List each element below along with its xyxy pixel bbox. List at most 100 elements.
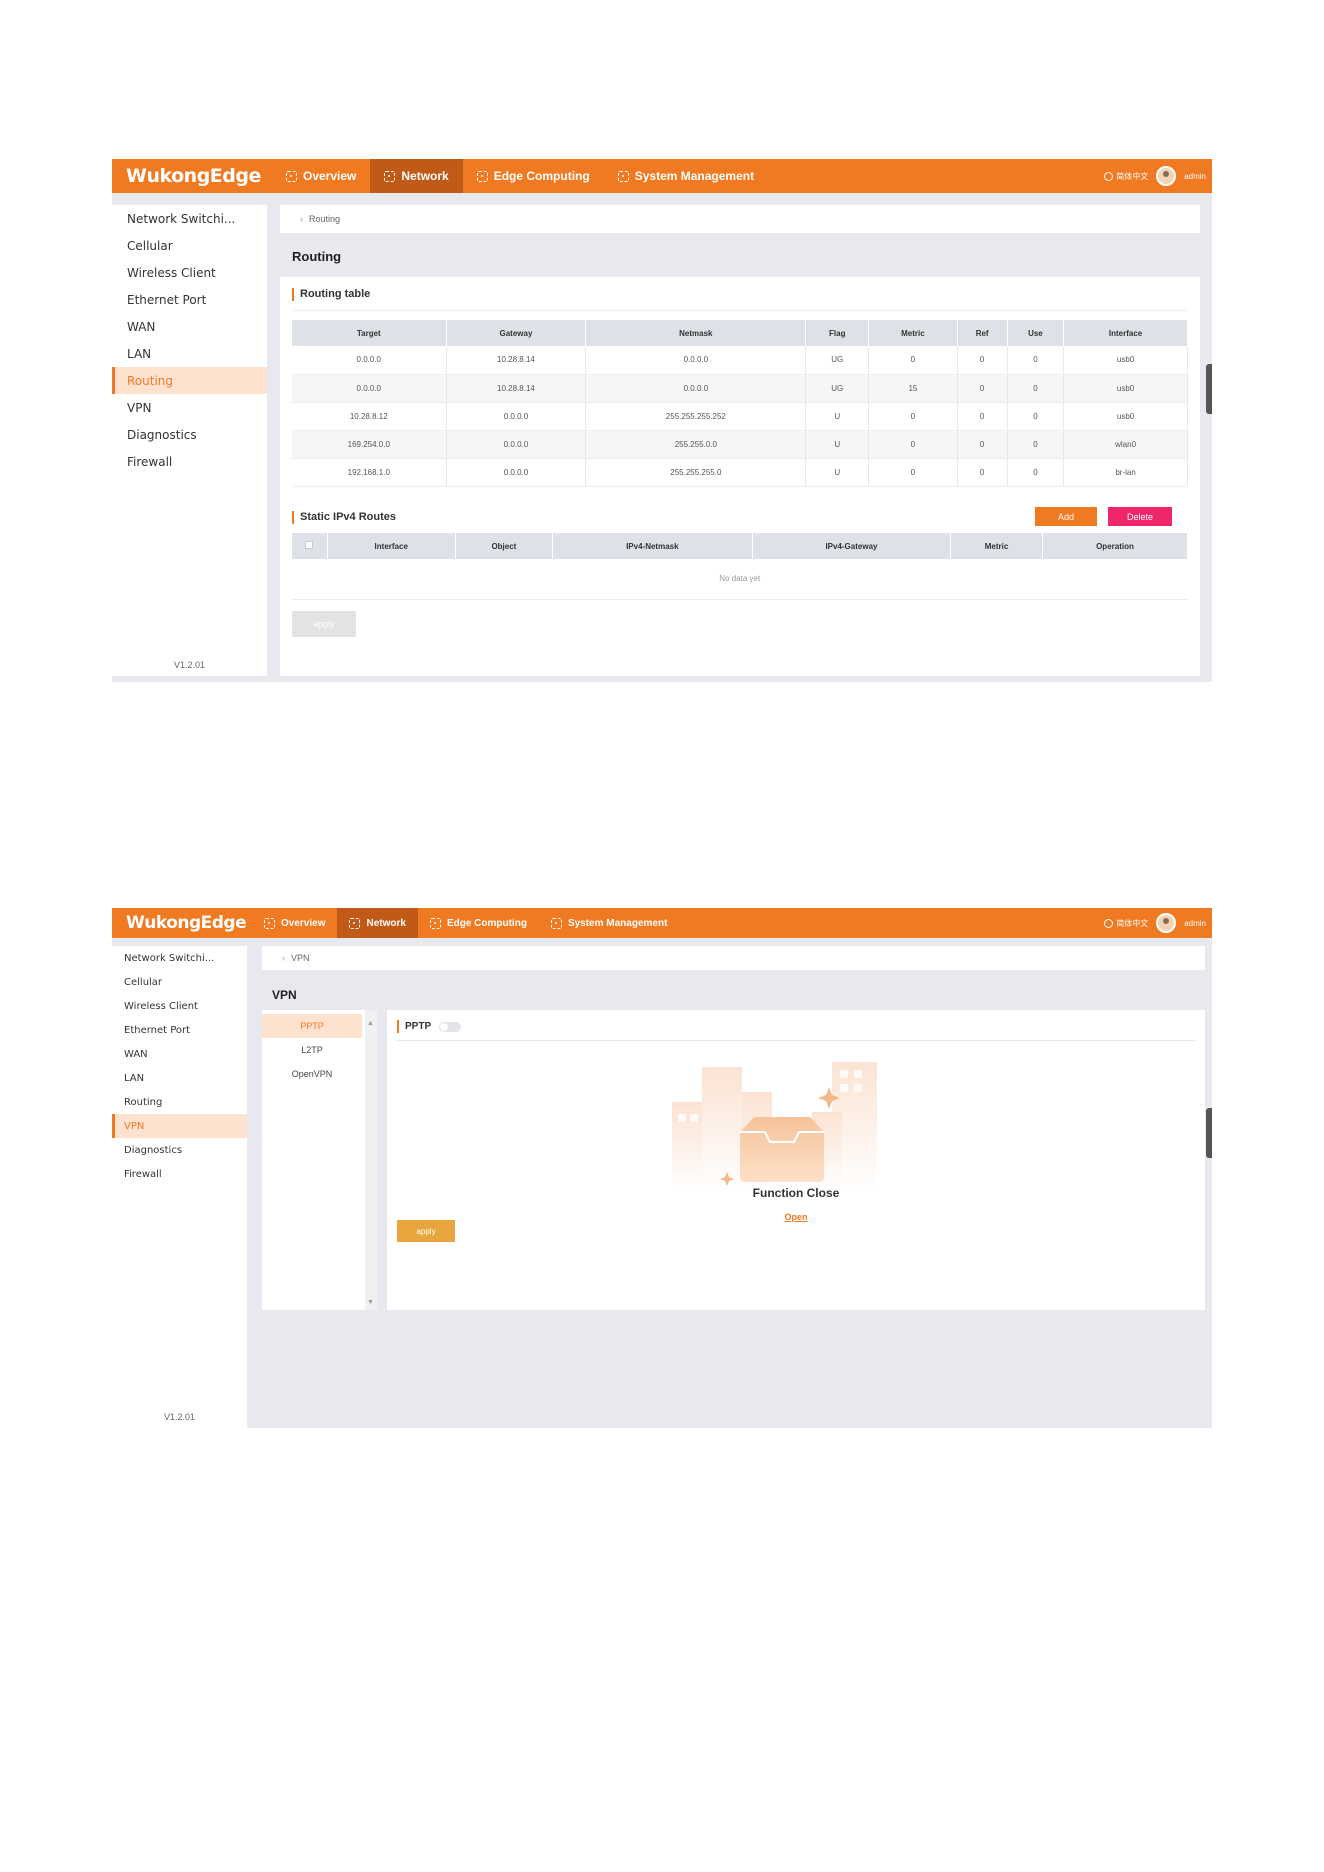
add-button[interactable]: Add xyxy=(1035,507,1097,526)
edge-computing-icon xyxy=(476,170,488,182)
nav-overview[interactable]: Overview xyxy=(272,159,370,193)
nav-network[interactable]: Network xyxy=(337,908,418,938)
sidebar-item-wan[interactable]: WAN xyxy=(112,313,267,340)
network-icon xyxy=(384,170,396,182)
menu-scrollbar[interactable]: ▲ ▼ xyxy=(365,1010,377,1310)
table-header-row: Interface Object IPv4-Netmask IPv4-Gatew… xyxy=(292,533,1189,559)
scroll-up-icon[interactable]: ▲ xyxy=(367,1020,374,1027)
sidebar-item-wan[interactable]: WAN xyxy=(112,1042,247,1066)
sidebar-item-firewall[interactable]: Firewall xyxy=(112,1162,247,1186)
table-row: 169.254.0.0 0.0.0.0 255.255.0.0 U 0 0 0 wlan0 xyxy=(292,430,1188,459)
system-management-icon xyxy=(617,170,629,182)
cell: wlan0 xyxy=(1063,430,1188,459)
side-handle[interactable] xyxy=(1206,1108,1212,1158)
sidebar-item-routing[interactable]: Routing xyxy=(112,367,267,394)
language-switch[interactable]: 简体中文 xyxy=(1104,918,1148,929)
nav-overview[interactable]: Overview xyxy=(252,908,337,938)
protocol-l2tp[interactable]: L2TP xyxy=(262,1038,362,1062)
inbox-icon xyxy=(740,1117,824,1182)
network-icon xyxy=(349,917,361,929)
nav-edge-computing[interactable]: Edge Computing xyxy=(463,159,604,193)
system-management-icon xyxy=(550,917,562,929)
vpn-screenshot: WukongEdge Overview Network Edge Computi… xyxy=(112,908,1212,1428)
cell: 0 xyxy=(868,430,958,459)
nav-network[interactable]: Network xyxy=(370,159,463,193)
nav-label: System Management xyxy=(567,917,668,929)
nav-system-management[interactable]: System Management xyxy=(539,908,679,938)
sidebar-item-wireless-client[interactable]: Wireless Client xyxy=(112,994,247,1018)
page-title: Routing xyxy=(292,249,342,264)
side-handle[interactable] xyxy=(1206,364,1212,414)
protocol-openvpn[interactable]: OpenVPN xyxy=(262,1062,362,1086)
sidebar-item-wireless-client[interactable]: Wireless Client xyxy=(112,259,267,286)
globe-icon xyxy=(1104,918,1114,928)
routing-table: Target Gateway Netmask Flag Metric Ref U… xyxy=(292,320,1188,487)
pptp-toggle[interactable] xyxy=(439,1021,462,1032)
cell: 0.0.0.0 xyxy=(292,346,447,375)
apply-button[interactable]: apply xyxy=(397,1220,455,1242)
top-right-controls: 简体中文 admin xyxy=(1104,913,1212,933)
sidebar-item-ethernet-port[interactable]: Ethernet Port xyxy=(112,286,267,313)
cell: 0 xyxy=(1007,374,1065,403)
cell: usb0 xyxy=(1063,346,1188,375)
cell: 0.0.0.0 xyxy=(292,374,447,403)
open-link[interactable]: Open xyxy=(784,1212,807,1222)
nav-system-management[interactable]: System Management xyxy=(604,159,768,193)
globe-icon xyxy=(1104,171,1114,181)
sidebar-item-firewall[interactable]: Firewall xyxy=(112,448,267,475)
sidebar-item-diagnostics[interactable]: Diagnostics xyxy=(112,1138,247,1162)
scroll-down-icon[interactable]: ▼ xyxy=(367,1299,374,1306)
select-all-cell xyxy=(292,533,328,559)
routing-screenshot: WukongEdge Overview Network Edge Computi… xyxy=(112,159,1212,682)
avatar[interactable] xyxy=(1156,913,1177,933)
cell: 0 xyxy=(957,346,1008,375)
select-all-checkbox[interactable] xyxy=(305,541,314,549)
cell: U xyxy=(805,430,870,459)
sidebar-item-vpn[interactable]: VPN xyxy=(112,394,267,421)
table-row: 0.0.0.0 10.28.8.14 0.0.0.0 UG 0 0 0 usb0 xyxy=(292,346,1188,375)
sidebar-item-vpn[interactable]: VPN xyxy=(112,1114,247,1138)
sidebar: Network Switchi... Cellular Wireless Cli… xyxy=(112,205,267,676)
breadcrumb: › VPN xyxy=(262,946,1205,970)
overview-icon xyxy=(286,170,297,182)
routing-card: Routing table Target Gateway Netmask Fla… xyxy=(280,277,1200,676)
nav-label: Overview xyxy=(303,169,357,183)
col-flag: Flag xyxy=(805,320,870,346)
breadcrumb-item[interactable]: Routing xyxy=(309,214,340,224)
language-switch[interactable]: 简体中文 xyxy=(1104,171,1148,182)
sidebar-item-diagnostics[interactable]: Diagnostics xyxy=(112,421,267,448)
sidebar-item-lan[interactable]: LAN xyxy=(112,340,267,367)
sidebar-item-ethernet-port[interactable]: Ethernet Port xyxy=(112,1018,247,1042)
sidebar-item-network-switching[interactable]: Network Switchi... xyxy=(112,205,267,232)
col-metric: Metric xyxy=(868,320,958,346)
table-row: 192.168.1.0 0.0.0.0 255.255.255.0 U 0 0 0 br-la… xyxy=(292,458,1188,487)
col-ipv4-gateway: IPv4-Gateway xyxy=(752,533,952,559)
delete-button[interactable]: Delete xyxy=(1108,507,1172,526)
cell: usb0 xyxy=(1063,402,1188,431)
nav-edge-computing[interactable]: Edge Computing xyxy=(418,908,539,938)
protocol-pptp[interactable]: PPTP xyxy=(262,1014,362,1038)
user-name[interactable]: admin xyxy=(1184,172,1206,181)
col-target: Target xyxy=(292,320,447,346)
avatar[interactable] xyxy=(1156,166,1177,186)
cell: 0 xyxy=(957,402,1008,431)
sidebar-item-lan[interactable]: LAN xyxy=(112,1066,247,1090)
user-name[interactable]: admin xyxy=(1184,919,1206,928)
cell: 0.0.0.0 xyxy=(585,374,807,403)
cell: 0.0.0.0 xyxy=(446,430,587,459)
cell: 10.28.8.12 xyxy=(292,402,447,431)
breadcrumb-item[interactable]: VPN xyxy=(291,953,310,963)
col-interface: Interface xyxy=(327,533,456,559)
cell: 0 xyxy=(868,402,958,431)
cell: 0 xyxy=(957,374,1008,403)
sidebar-item-routing[interactable]: Routing xyxy=(112,1090,247,1114)
apply-button[interactable]: apply xyxy=(292,611,356,637)
cell: 10.28.8.14 xyxy=(446,374,587,403)
sidebar-item-network-switching[interactable]: Network Switchi... xyxy=(112,946,247,970)
cell: br-lan xyxy=(1063,458,1188,487)
open-link-wrapper: Open xyxy=(387,1207,1205,1225)
col-metric: Metric xyxy=(950,533,1043,559)
sidebar-item-cellular[interactable]: Cellular xyxy=(112,970,247,994)
sidebar-item-cellular[interactable]: Cellular xyxy=(112,232,267,259)
cell: U xyxy=(805,458,870,487)
